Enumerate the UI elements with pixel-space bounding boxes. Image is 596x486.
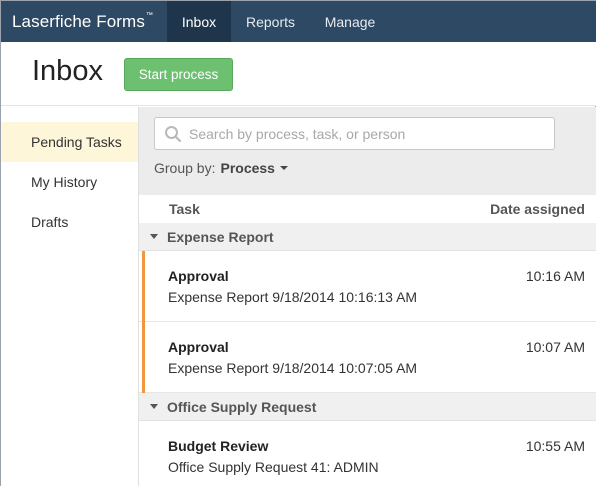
search-box[interactable] bbox=[154, 117, 555, 150]
app-frame: Laserfiche Forms ™ Inbox Reports Manage I… bbox=[0, 0, 596, 486]
brand-logo[interactable]: Laserfiche Forms ™ bbox=[1, 1, 167, 42]
column-header-task[interactable]: Task bbox=[169, 201, 200, 217]
page-header: Inbox Start process bbox=[1, 42, 596, 106]
group-by-control[interactable]: Group by: Process bbox=[154, 160, 288, 176]
task-name: Approval bbox=[168, 339, 229, 355]
sidebar-item-label: Drafts bbox=[31, 214, 69, 230]
nav-tab-manage[interactable]: Manage bbox=[310, 1, 390, 42]
table-header: Task Date assigned bbox=[139, 195, 596, 223]
nav-tab-inbox[interactable]: Inbox bbox=[167, 1, 231, 42]
group-header-office-supply-request[interactable]: Office Supply Request bbox=[139, 393, 596, 421]
sidebar-item-pending-tasks[interactable]: Pending Tasks bbox=[1, 122, 138, 162]
task-date-assigned: 10:16 AM bbox=[525, 268, 585, 284]
filter-bar: Group by: Process bbox=[139, 107, 596, 195]
search-icon bbox=[165, 125, 182, 142]
page-title: Inbox bbox=[32, 55, 103, 87]
sidebar: Pending Tasks My History Drafts bbox=[1, 107, 139, 486]
group-header-expense-report[interactable]: Expense Report bbox=[139, 223, 596, 251]
main-content: Group by: Process Task Date assigned Exp… bbox=[139, 107, 596, 486]
brand-name: Laserfiche Forms bbox=[12, 11, 145, 31]
group-by-value[interactable]: Process bbox=[220, 160, 274, 176]
collapse-triangle-icon[interactable] bbox=[150, 234, 158, 239]
chevron-down-icon[interactable] bbox=[279, 166, 288, 170]
sidebar-item-label: Pending Tasks bbox=[31, 134, 122, 150]
top-navbar: Laserfiche Forms ™ Inbox Reports Manage bbox=[1, 1, 596, 42]
sidebar-item-drafts[interactable]: Drafts bbox=[1, 202, 138, 242]
task-name: Approval bbox=[168, 268, 229, 284]
column-header-date-assigned[interactable]: Date assigned bbox=[490, 201, 585, 217]
start-process-button[interactable]: Start process bbox=[124, 58, 233, 91]
task-date-assigned: 10:07 AM bbox=[525, 339, 585, 355]
task-row[interactable]: Budget Review Office Supply Request 41: … bbox=[139, 421, 596, 486]
search-input[interactable] bbox=[189, 125, 529, 142]
task-description: Expense Report 9/18/2014 10:07:05 AM bbox=[168, 360, 418, 376]
task-description: Office Supply Request 41: ADMIN bbox=[168, 459, 379, 475]
task-row[interactable]: Approval Expense Report 9/18/2014 10:16:… bbox=[139, 251, 596, 322]
collapse-triangle-icon[interactable] bbox=[150, 404, 158, 409]
task-date-assigned: 10:55 AM bbox=[525, 438, 585, 454]
sidebar-item-my-history[interactable]: My History bbox=[1, 162, 138, 202]
group-name: Expense Report bbox=[167, 228, 274, 245]
group-by-label: Group by: bbox=[154, 160, 216, 176]
task-name: Budget Review bbox=[168, 438, 269, 454]
group-name: Office Supply Request bbox=[167, 398, 317, 415]
sidebar-item-label: My History bbox=[31, 174, 98, 190]
task-row[interactable]: Approval Expense Report 9/18/2014 10:07:… bbox=[139, 322, 596, 393]
nav-tab-reports[interactable]: Reports bbox=[231, 1, 310, 42]
trademark-mark: ™ bbox=[145, 12, 154, 19]
task-description: Expense Report 9/18/2014 10:16:13 AM bbox=[168, 289, 418, 305]
